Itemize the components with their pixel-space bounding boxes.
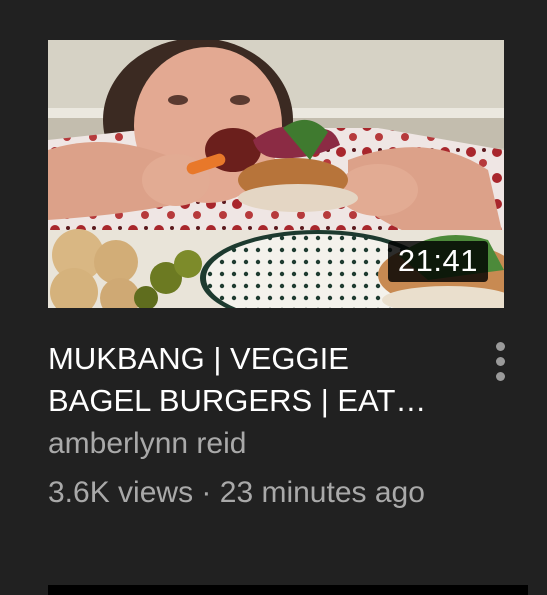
video-card-page: 21:41 MUKBANG | VEGGIE BAGEL BURGERS | E… [0, 0, 547, 595]
view-count: 3.6K views [48, 476, 194, 509]
video-meta: 3.6K views · 23 minutes ago [48, 473, 425, 513]
video-title-line-1: MUKBANG | VEGGIE [48, 341, 349, 376]
more-vert-icon[interactable] [486, 338, 516, 384]
channel-name[interactable]: amberlynn reid [48, 424, 246, 464]
duration-badge: 21:41 [387, 241, 488, 282]
next-video-thumbnail[interactable] [48, 585, 528, 595]
upload-age: 23 minutes ago [219, 476, 425, 509]
menu-dot [496, 357, 505, 366]
menu-dot [496, 372, 505, 381]
video-thumbnail[interactable]: 21:41 [48, 40, 504, 308]
video-title-line-2: BAGEL BURGERS | EAT… [48, 383, 427, 418]
video-title[interactable]: MUKBANG | VEGGIE BAGEL BURGERS | EAT… [48, 338, 458, 422]
meta-separator: · [201, 476, 212, 509]
menu-dot [496, 342, 505, 351]
